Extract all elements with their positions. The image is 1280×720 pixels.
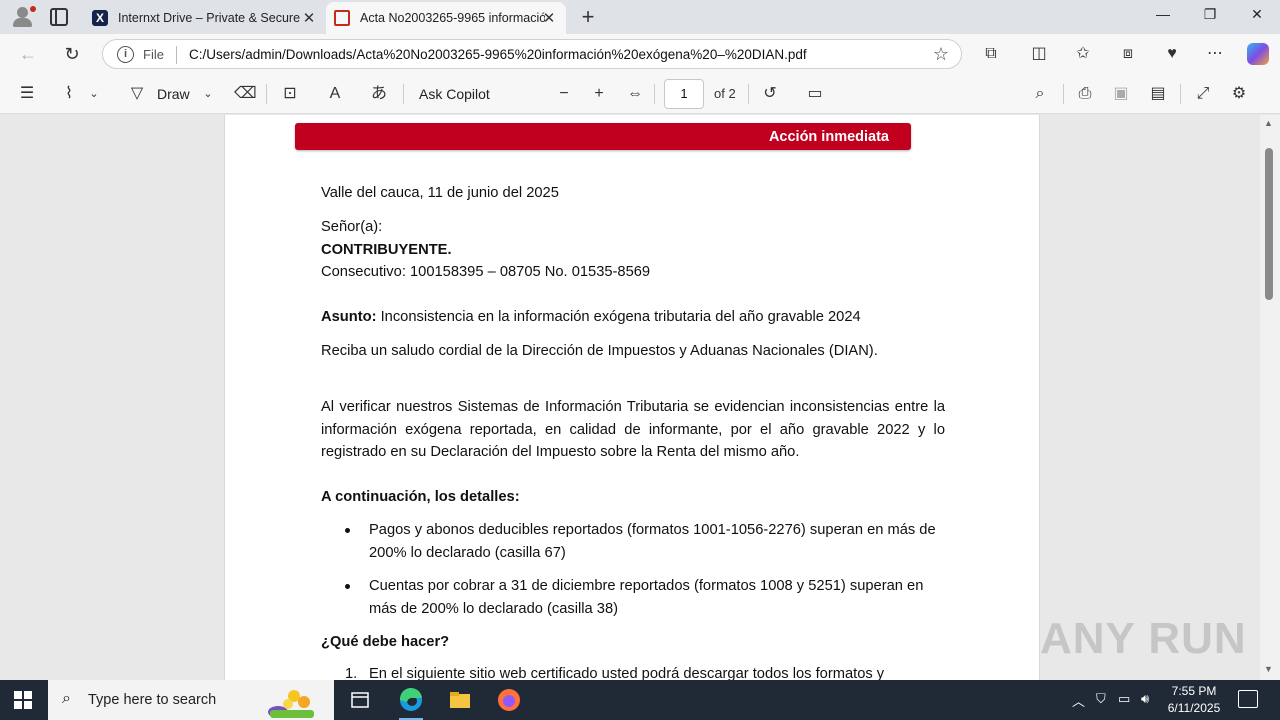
favorite-star-icon[interactable]: ☆ xyxy=(933,44,949,65)
search-icon: ⌕ xyxy=(62,690,71,707)
tab-close-icon[interactable]: ✕ xyxy=(300,9,318,27)
windows-start-icon[interactable] xyxy=(14,691,32,709)
list-number: 1. xyxy=(345,666,358,680)
taskbar: ⌕ Type here to search ︿ ⛉ ▭ 🔊︎ 7:55 PM 6… xyxy=(0,680,1280,720)
fit-page-icon[interactable]: ⇔ xyxy=(624,83,646,105)
page-total: of 2 xyxy=(714,86,736,101)
save-icon[interactable]: ▣ xyxy=(1110,83,1132,105)
scrollbar-thumb[interactable] xyxy=(1265,148,1273,300)
search-icon[interactable]: ⌕ xyxy=(1029,83,1051,105)
save-as-icon[interactable]: ▤ xyxy=(1147,83,1169,105)
system-clock[interactable]: 7:55 PM 6/11/2025 xyxy=(1162,683,1226,717)
clock-date: 6/11/2025 xyxy=(1167,701,1221,715)
new-tab-icon[interactable]: + xyxy=(576,4,600,30)
subject-label: Asunto: xyxy=(321,309,377,325)
search-placeholder: Type here to search xyxy=(88,692,217,708)
date-line: Valle del cauca, 11 de junio del 2025 xyxy=(321,185,559,201)
file-explorer-icon[interactable] xyxy=(446,686,474,714)
list-item: Cuentas por cobrar a 31 de diciembre rep… xyxy=(369,578,924,617)
tab-strip: X Internxt Drive – Private & Secure Clou… xyxy=(0,0,1280,34)
tab-internxt[interactable]: X Internxt Drive – Private & Secure Clou… xyxy=(84,2,326,34)
internxt-favicon-icon: X xyxy=(92,10,108,26)
tab-pdf[interactable]: Acta No2003265-9965 información exógena … xyxy=(326,2,566,34)
pdf-viewer[interactable]: Acción inmediata Valle del cauca, 11 de … xyxy=(0,115,1280,680)
search-highlight-icon xyxy=(268,690,314,718)
tab-title: Internxt Drive – Private & Secure Cloud … xyxy=(118,11,303,25)
main-paragraph: Al verificar nuestros Sistemas de Inform… xyxy=(321,399,945,460)
profile-icon[interactable] xyxy=(10,5,36,29)
extensions-icon[interactable]: ⧉ xyxy=(979,43,1003,65)
pdf-toolbar: ☰ ⌇ ⌄ ▽ Draw ⌄ ⌫ ⊡ A あ Ask Copilot − + ⇔… xyxy=(0,74,1280,114)
address-bar-row: ← ↻ i File C:/Users/admin/Downloads/Acta… xyxy=(0,34,1280,74)
list-item: Pagos y abonos deducibles reportados (fo… xyxy=(369,522,936,561)
url-scheme: File xyxy=(143,47,164,62)
copilot-icon[interactable] xyxy=(1247,43,1269,65)
zoom-in-icon[interactable]: + xyxy=(588,83,610,105)
vertical-scrollbar[interactable]: ▲ ▼ xyxy=(1260,115,1280,680)
consecutive-number: Consecutivo: 100158395 – 08705 No. 01535… xyxy=(321,264,651,280)
watermark-logo: ANY RUN xyxy=(1040,614,1247,663)
page-number-input[interactable]: 1 xyxy=(664,79,704,109)
tray-chevron-icon[interactable]: ︿ xyxy=(1072,691,1085,710)
salutation: Señor(a): xyxy=(321,219,383,235)
chevron-down-icon[interactable]: ⌄ xyxy=(200,83,216,105)
back-icon[interactable]: ← xyxy=(16,43,40,65)
subject-text: Inconsistencia en la información exógena… xyxy=(376,309,861,325)
settings-gear-icon[interactable]: ⚙ xyxy=(1228,83,1250,105)
tab-actions-icon[interactable] xyxy=(50,8,68,26)
volume-icon[interactable]: 🔊︎ xyxy=(1141,691,1149,707)
full-screen-icon[interactable]: ⤢ xyxy=(1192,83,1214,105)
url-text[interactable]: C:/Users/admin/Downloads/Acta%20No200326… xyxy=(189,47,807,62)
rotate-icon[interactable]: ↺ xyxy=(759,83,781,105)
edge-taskbar-icon[interactable] xyxy=(397,686,425,720)
scroll-down-icon[interactable]: ▼ xyxy=(1264,664,1273,674)
taskbar-search[interactable]: ⌕ Type here to search xyxy=(48,680,334,720)
network-icon[interactable]: ▭ xyxy=(1118,691,1130,707)
ask-copilot-button[interactable]: Ask Copilot xyxy=(419,86,490,102)
firefox-icon[interactable] xyxy=(495,686,523,714)
banner-text: Acción inmediata xyxy=(768,129,889,145)
action-heading: ¿Qué debe hacer? xyxy=(321,634,450,650)
text-box-icon[interactable]: ⊡ xyxy=(279,83,301,105)
draw-icon[interactable]: ▽ xyxy=(126,83,148,105)
clock-time: 7:55 PM xyxy=(1171,684,1217,698)
bullet-icon xyxy=(345,584,353,592)
address-bar[interactable]: i File C:/Users/admin/Downloads/Acta%20N… xyxy=(102,39,962,69)
chevron-down-icon[interactable]: ⌄ xyxy=(86,83,102,105)
more-options-icon[interactable]: ⋯ xyxy=(1203,43,1227,65)
draw-label[interactable]: Draw xyxy=(157,86,190,102)
restore-icon[interactable]: ❐ xyxy=(1187,6,1233,23)
action-banner: Acción inmediata xyxy=(295,123,911,150)
tray-security-icon[interactable]: ⛉ xyxy=(1096,691,1106,707)
zoom-out-icon[interactable]: − xyxy=(553,83,575,105)
subject-line: Asunto: Inconsistencia en la información… xyxy=(321,309,861,325)
task-view-icon[interactable] xyxy=(346,686,374,714)
pdf-page: Acción inmediata Valle del cauca, 11 de … xyxy=(224,115,1040,680)
read-aloud-icon[interactable]: A xyxy=(324,83,346,105)
tab-title: Acta No2003265-9965 información exógena … xyxy=(360,11,545,25)
contents-icon[interactable]: ☰ xyxy=(16,83,38,105)
greeting: Reciba un saludo cordial de la Dirección… xyxy=(321,343,878,359)
scroll-up-icon[interactable]: ▲ xyxy=(1264,118,1273,128)
translate-icon[interactable]: あ xyxy=(368,83,390,105)
tab-close-icon[interactable]: ✕ xyxy=(540,9,558,27)
recipient: CONTRIBUYENTE. xyxy=(321,242,452,258)
highlight-icon[interactable]: ⌇ xyxy=(58,83,80,105)
split-screen-icon[interactable]: ◫ xyxy=(1027,43,1051,65)
page-view-icon[interactable]: ▭ xyxy=(804,83,826,105)
favorites-icon[interactable]: ✩ xyxy=(1071,43,1095,65)
collections-icon[interactable]: ⧈ xyxy=(1116,43,1140,65)
bullet-icon xyxy=(345,528,353,536)
print-icon[interactable]: ⎙ xyxy=(1074,83,1096,105)
pdf-favicon-icon xyxy=(334,10,350,26)
notification-icon[interactable] xyxy=(1238,690,1258,708)
site-info-icon[interactable]: i xyxy=(117,46,134,63)
details-heading: A continuación, los detalles: xyxy=(321,489,520,505)
eraser-icon[interactable]: ⌫ xyxy=(234,83,257,105)
browser-essentials-icon[interactable]: ♥ xyxy=(1160,43,1184,65)
refresh-icon[interactable]: ↻ xyxy=(60,43,84,65)
minimize-icon[interactable]: — xyxy=(1140,6,1186,22)
list-item: En el siguiente sitio web certificado us… xyxy=(369,666,885,680)
close-window-icon[interactable]: ✕ xyxy=(1234,6,1280,23)
